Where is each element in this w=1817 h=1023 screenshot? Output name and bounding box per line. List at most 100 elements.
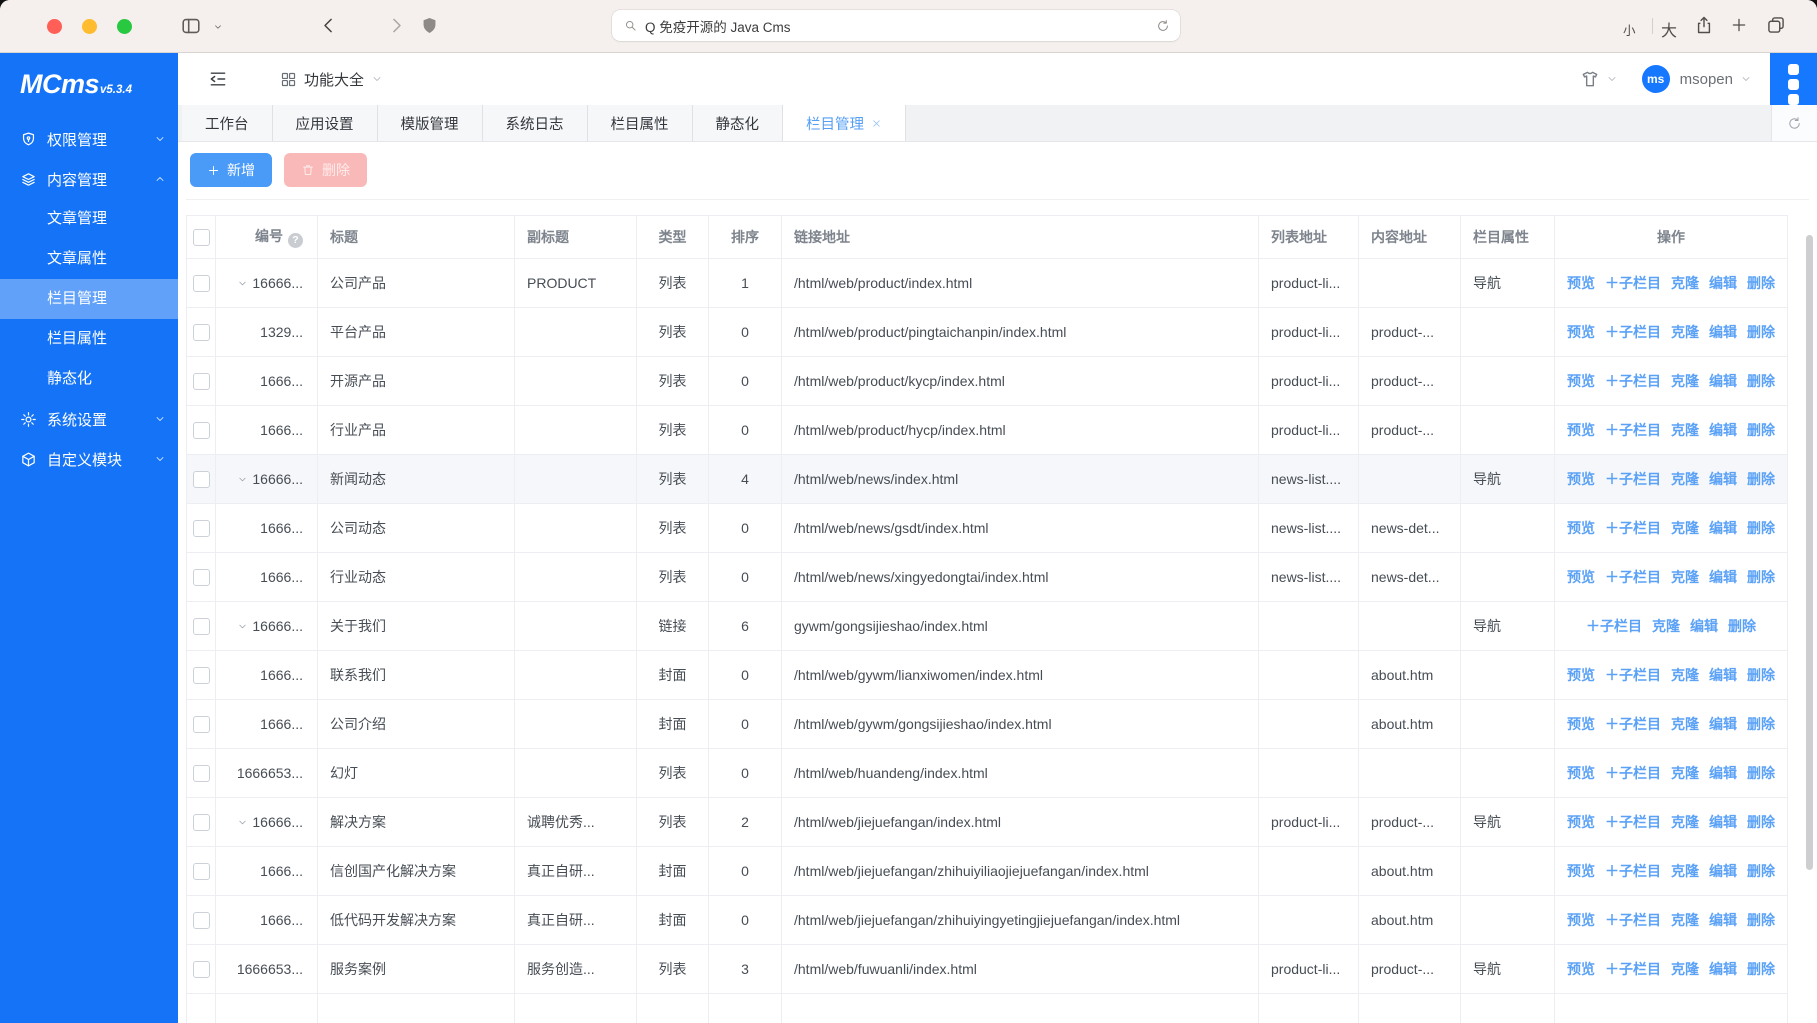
add-subcolumn-link[interactable]: ＋子栏目 [1605,324,1661,340]
add-subcolumn-link[interactable]: ＋子栏目 [1605,422,1661,438]
address-bar[interactable]: Q 免疫开源的 Java Cms [612,10,1180,41]
row-checkbox[interactable] [193,373,210,390]
minimize-window-button[interactable] [82,19,97,34]
row-checkbox[interactable] [193,912,210,929]
row-checkbox[interactable] [193,324,210,341]
delete-link[interactable]: 删除 [1747,569,1775,585]
delete-link[interactable]: 删除 [1747,324,1775,340]
add-subcolumn-link[interactable]: ＋子栏目 [1605,912,1661,928]
edit-link[interactable]: 编辑 [1709,814,1737,830]
edit-link[interactable]: 编辑 [1709,275,1737,291]
tab-system-logs[interactable]: 系统日志 [483,105,588,141]
expand-chevron-icon[interactable] [237,474,248,485]
tab-column-attributes[interactable]: 栏目属性 [588,105,693,141]
preview-link[interactable]: 预览 [1567,422,1595,438]
delete-link[interactable]: 删除 [1747,716,1775,732]
add-subcolumn-link[interactable]: ＋子栏目 [1605,716,1661,732]
sidebar-item-article-management[interactable]: 文章管理 [0,199,178,239]
reload-icon[interactable] [1156,19,1170,33]
clone-link[interactable]: 克隆 [1671,961,1699,977]
clone-link[interactable]: 克隆 [1671,912,1699,928]
preview-link[interactable]: 预览 [1567,863,1595,879]
clone-link[interactable]: 克隆 [1671,324,1699,340]
clone-link[interactable]: 克隆 [1671,373,1699,389]
theme-icon[interactable] [1580,69,1600,89]
tab-static-generation[interactable]: 静态化 [693,105,784,141]
preview-link[interactable]: 预览 [1567,765,1595,781]
row-checkbox[interactable] [193,765,210,782]
forward-icon[interactable] [386,15,407,36]
preview-link[interactable]: 预览 [1567,471,1595,487]
expand-chevron-icon[interactable] [237,621,248,632]
expand-chevron-icon[interactable] [237,278,248,289]
zoom-window-button[interactable] [117,19,132,34]
sidebar-item-article-attributes[interactable]: 文章属性 [0,239,178,279]
sidebar-item-custom-modules[interactable]: 自定义模块 [0,439,178,479]
row-checkbox[interactable] [193,520,210,537]
edit-link[interactable]: 编辑 [1709,716,1737,732]
tab-app-settings[interactable]: 应用设置 [273,105,378,141]
add-subcolumn-link[interactable]: ＋子栏目 [1605,275,1661,291]
row-checkbox[interactable] [193,569,210,586]
edit-link[interactable]: 编辑 [1709,422,1737,438]
privacy-shield-icon[interactable] [420,16,439,35]
help-icon[interactable]: ? [288,233,303,248]
delete-link[interactable]: 删除 [1747,275,1775,291]
menu-collapse-icon[interactable] [208,69,228,89]
row-checkbox[interactable] [193,667,210,684]
delete-link[interactable]: 删除 [1747,373,1775,389]
delete-link[interactable]: 删除 [1747,814,1775,830]
preview-link[interactable]: 预览 [1567,814,1595,830]
close-icon[interactable] [871,118,882,129]
expand-chevron-icon[interactable] [237,817,248,828]
add-subcolumn-link[interactable]: ＋子栏目 [1586,618,1642,634]
delete-link[interactable]: 删除 [1747,471,1775,487]
preview-link[interactable]: 预览 [1567,373,1595,389]
preview-link[interactable]: 预览 [1567,324,1595,340]
preview-link[interactable]: 预览 [1567,716,1595,732]
edit-link[interactable]: 编辑 [1709,667,1737,683]
edit-link[interactable]: 编辑 [1709,765,1737,781]
add-subcolumn-link[interactable]: ＋子栏目 [1605,373,1661,389]
sidebar-item-column-attributes[interactable]: 栏目属性 [0,319,178,359]
add-subcolumn-link[interactable]: ＋子栏目 [1605,520,1661,536]
chevron-down-icon[interactable] [213,22,223,32]
delete-button[interactable]: 删除 [284,153,367,187]
add-button[interactable]: 新增 [190,153,272,187]
edit-link[interactable]: 编辑 [1709,569,1737,585]
tab-column-management[interactable]: 栏目管理 [783,105,906,141]
tabs-overview-icon[interactable] [1766,15,1786,35]
edit-link[interactable]: 编辑 [1709,471,1737,487]
clone-link[interactable]: 克隆 [1671,275,1699,291]
delete-link[interactable]: 删除 [1747,765,1775,781]
add-subcolumn-link[interactable]: ＋子栏目 [1605,765,1661,781]
delete-link[interactable]: 删除 [1747,520,1775,536]
clone-link[interactable]: 克隆 [1671,716,1699,732]
row-checkbox[interactable] [193,961,210,978]
edit-link[interactable]: 编辑 [1709,520,1737,536]
clone-link[interactable]: 克隆 [1671,471,1699,487]
browser-sidebar-toggle-icon[interactable] [180,15,202,37]
edit-link[interactable]: 编辑 [1709,324,1737,340]
clone-link[interactable]: 克隆 [1671,569,1699,585]
delete-link[interactable]: 删除 [1747,912,1775,928]
clone-link[interactable]: 克隆 [1671,863,1699,879]
add-subcolumn-link[interactable]: ＋子栏目 [1605,863,1661,879]
row-checkbox[interactable] [193,618,210,635]
chevron-down-icon[interactable] [1606,73,1618,85]
refresh-tab-button[interactable] [1771,105,1817,141]
add-subcolumn-link[interactable]: ＋子栏目 [1605,471,1661,487]
sidebar-item-static-generation[interactable]: 静态化 [0,359,178,399]
delete-link[interactable]: 删除 [1728,618,1756,634]
sidebar-item-permission-management[interactable]: 权限管理 [0,119,178,159]
clone-link[interactable]: 克隆 [1652,618,1680,634]
clone-link[interactable]: 克隆 [1671,765,1699,781]
row-checkbox[interactable] [193,863,210,880]
scrollbar[interactable] [1806,235,1813,870]
edit-link[interactable]: 编辑 [1709,373,1737,389]
add-subcolumn-link[interactable]: ＋子栏目 [1605,814,1661,830]
tab-template-management[interactable]: 模版管理 [378,105,483,141]
preview-link[interactable]: 预览 [1567,520,1595,536]
tab-workbench[interactable]: 工作台 [182,105,273,141]
add-subcolumn-link[interactable]: ＋子栏目 [1605,667,1661,683]
